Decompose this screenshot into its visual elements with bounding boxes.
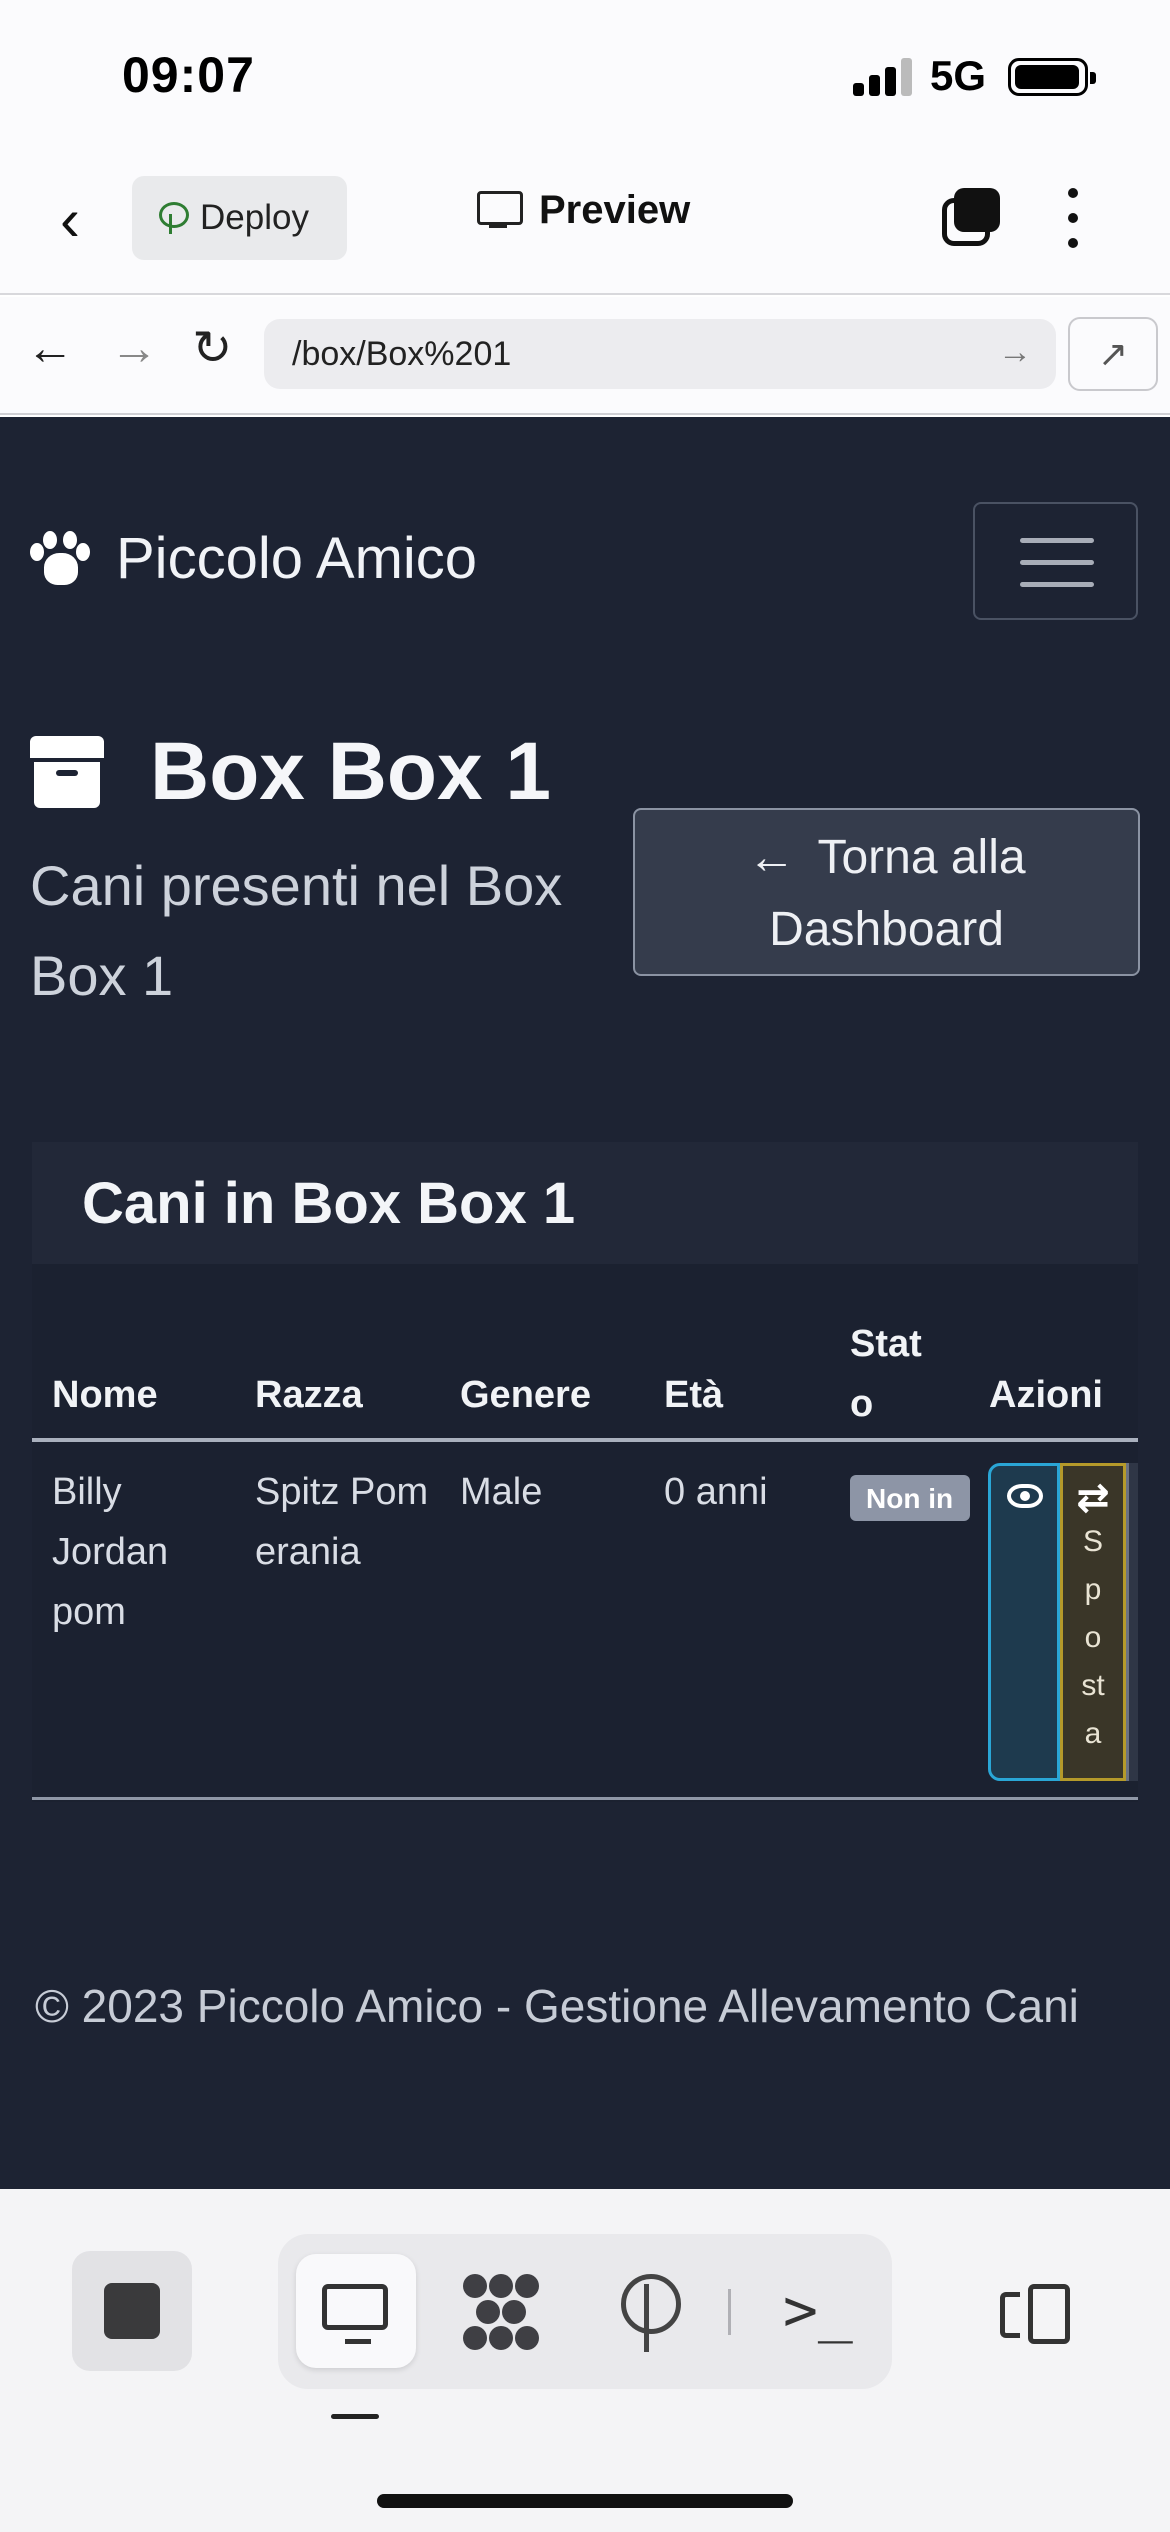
- monitor-icon: [477, 190, 523, 231]
- tabs-icon[interactable]: [942, 188, 1002, 248]
- active-indicator: [331, 2414, 379, 2419]
- column-header-genere: Genere: [460, 1374, 591, 1416]
- status-bar: 09:07 5G: [0, 0, 1170, 150]
- web-page: Piccolo Amico Box Box 1 Cani presenti ne…: [0, 417, 1170, 2189]
- reload-icon[interactable]: ↻: [192, 325, 232, 373]
- view-button[interactable]: [988, 1463, 1060, 1781]
- preview-view-button[interactable]: [296, 2254, 416, 2368]
- card-title: Cani in Box Box 1: [82, 1171, 576, 1236]
- swap-arrows-icon: ⇄: [1076, 1476, 1110, 1520]
- signal-icon: [853, 58, 915, 96]
- arrow-right-icon[interactable]: →: [110, 325, 158, 373]
- column-header-razza: Razza: [255, 1374, 363, 1416]
- view-switcher: >_: [278, 2234, 892, 2389]
- monitor-icon: [322, 2284, 388, 2344]
- cell-eta: 0 anni: [664, 1471, 768, 1513]
- more-action-button[interactable]: [1126, 1463, 1138, 1781]
- arrow-left-icon: ←: [747, 831, 796, 884]
- deploy-icon[interactable]: [613, 2274, 683, 2354]
- terminal-icon[interactable]: >_: [783, 2276, 853, 2344]
- url-input[interactable]: /box/Box%201 →: [264, 319, 1056, 389]
- cell-nome: Billy Jordan pom: [52, 1471, 169, 1633]
- preview-tab[interactable]: Preview: [477, 188, 690, 233]
- action-buttons: ⇄ Sp o st a: [988, 1463, 1138, 1781]
- card-header: Cani in Box Box 1: [32, 1142, 1138, 1264]
- brand-name: Piccolo Amico: [116, 526, 478, 591]
- cell-razza: Spitz Pomerania: [255, 1471, 429, 1573]
- home-indicator[interactable]: [377, 2494, 793, 2508]
- paw-icon: [30, 530, 90, 587]
- sidebar-toggle-icon[interactable]: [1000, 2284, 1072, 2346]
- status-time: 09:07: [122, 47, 255, 103]
- page-header: Box Box 1: [30, 725, 551, 819]
- back-to-dashboard-button[interactable]: ← Torna alla Dashboard: [633, 808, 1140, 976]
- stop-button[interactable]: [72, 2251, 192, 2371]
- battery-icon: [1008, 58, 1096, 96]
- menu-toggle-button[interactable]: [973, 502, 1138, 620]
- status-badge: Non in: [850, 1475, 970, 1521]
- column-header-azioni: Azioni: [989, 1374, 1103, 1416]
- cell-genere: Male: [460, 1471, 543, 1513]
- url-text: /box/Box%201: [292, 335, 512, 373]
- dots-grid-icon[interactable]: [463, 2274, 539, 2350]
- deploy-label: Deploy: [200, 198, 309, 237]
- divider: [728, 2289, 731, 2335]
- browser-bar: ← → ↻ /box/Box%201 → ↗: [0, 297, 1170, 415]
- page-title: Box Box 1: [150, 726, 551, 817]
- back-chevron-icon[interactable]: ‹: [60, 190, 80, 250]
- column-header-eta: Età: [664, 1374, 724, 1416]
- move-button[interactable]: ⇄ Sp o st a: [1060, 1463, 1126, 1781]
- arrow-left-icon[interactable]: ←: [26, 325, 74, 373]
- preview-label: Preview: [539, 188, 691, 232]
- deploy-button[interactable]: Deploy: [132, 176, 347, 260]
- bottom-toolbar: >_: [0, 2189, 1170, 2532]
- more-options-icon[interactable]: [1068, 188, 1080, 248]
- page-subtitle: Cani presenti nel Box Box 1: [30, 854, 563, 1007]
- table-header-divider: [32, 1438, 1138, 1442]
- dogs-card: Cani in Box Box 1 Nome Razza Genere Età …: [32, 1142, 1138, 1802]
- footer-text: © 2023 Piccolo Amico - Gestione Allevame…: [35, 1980, 1079, 2032]
- box-icon: [30, 736, 104, 808]
- table-bottom-border: [32, 1797, 1138, 1800]
- app-header: ‹ Deploy Preview: [0, 150, 1170, 295]
- column-header-stato: Stato: [850, 1323, 922, 1425]
- column-header-nome: Nome: [52, 1374, 158, 1416]
- back-to-dashboard-label: Torna alla Dashboard: [769, 831, 1026, 956]
- network-label: 5G: [930, 52, 987, 99]
- open-external-icon[interactable]: ↗: [1068, 317, 1158, 391]
- navbar-brand[interactable]: Piccolo Amico: [30, 525, 477, 592]
- move-button-label: Sp o st a: [1081, 1525, 1105, 1750]
- deploy-tree-icon: [156, 202, 189, 234]
- eye-icon: [1007, 1484, 1043, 1508]
- go-arrow-icon[interactable]: →: [998, 333, 1032, 372]
